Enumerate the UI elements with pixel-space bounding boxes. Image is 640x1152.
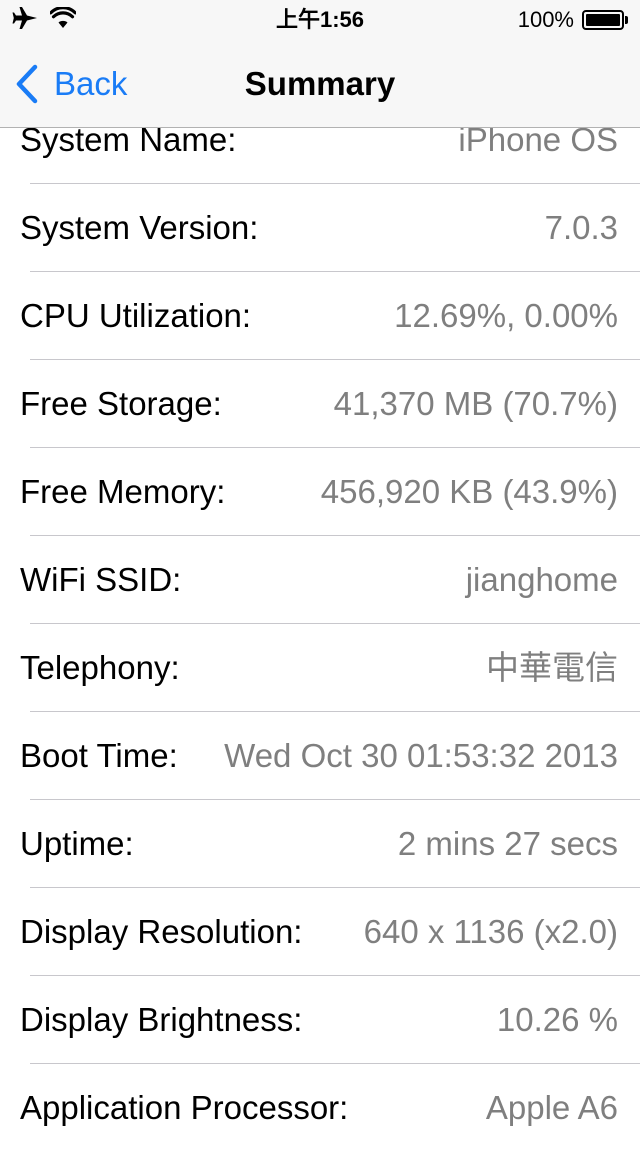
status-bar: 上午1:56 100%	[0, 0, 640, 40]
row-label: Display Resolution:	[20, 913, 303, 950]
page-title: Summary	[244, 65, 396, 102]
row-value: 456,920 KB (43.9%)	[320, 473, 618, 510]
row-value: 中華電信	[486, 649, 618, 686]
row-label: Free Storage:	[20, 385, 222, 422]
list-item: Telephony: 中華電信	[20, 624, 640, 712]
list-item: Display Brightness: 10.26 %	[20, 976, 640, 1064]
list-item: Free Storage: 41,370 MB (70.7%)	[20, 360, 640, 448]
list-item: Display Resolution: 640 x 1136 (x2.0)	[20, 888, 640, 976]
battery-percent: 100%	[517, 7, 574, 32]
row-label: System Version:	[20, 209, 259, 246]
row-value: 7.0.3	[544, 209, 618, 246]
list-item: Boot Time: Wed Oct 30 01:53:32 2013	[20, 712, 640, 800]
row-label: Display Brightness:	[20, 1001, 303, 1038]
row-value: Apple A6	[485, 1089, 618, 1126]
row-value: jianghome	[465, 561, 618, 598]
row-value: 2 mins 27 secs	[397, 825, 618, 862]
status-right: 100%	[518, 6, 628, 34]
row-label: Uptime:	[20, 825, 134, 862]
row-label: WiFi SSID:	[20, 561, 182, 598]
list-item: Application Processor: Apple A6	[20, 1064, 640, 1152]
list-item: Free Memory: 456,920 KB (43.9%)	[20, 448, 640, 536]
list-item: CPU Utilization: 12.69%, 0.00%	[20, 272, 640, 360]
list-item: Uptime: 2 mins 27 secs	[20, 800, 640, 888]
row-value: Wed Oct 30 01:53:32 2013	[224, 737, 618, 774]
row-label: Free Memory:	[20, 473, 226, 510]
row-value: 640 x 1136 (x2.0)	[363, 913, 618, 950]
row-value: 12.69%, 0.00%	[394, 297, 618, 334]
nav-bar: Back Summary	[0, 40, 640, 128]
list-item: WiFi SSID: jianghome	[20, 536, 640, 624]
summary-list[interactable]: System Name: iPhone OS System Version: 7…	[0, 96, 640, 1136]
row-label: Telephony:	[20, 649, 180, 686]
row-label: CPU Utilization:	[20, 297, 252, 334]
battery-fill	[586, 14, 620, 26]
list-item: System Version: 7.0.3	[20, 184, 640, 272]
row-value: 41,370 MB (70.7%)	[333, 385, 618, 422]
row-label: Boot Time:	[20, 737, 178, 774]
row-value: 10.26 %	[496, 1001, 618, 1038]
row-label: Application Processor:	[20, 1089, 349, 1126]
battery-icon	[582, 10, 628, 30]
